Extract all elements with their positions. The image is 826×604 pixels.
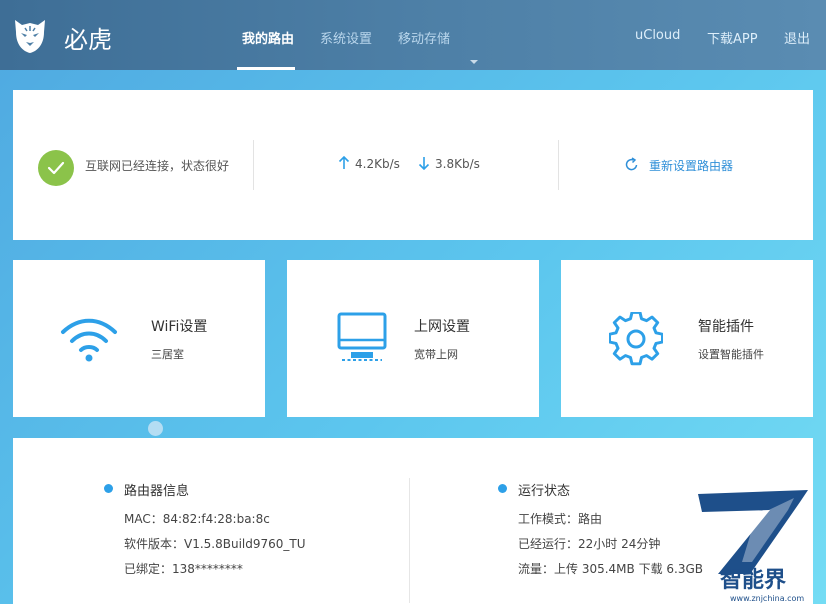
smart-plugins-subtitle: 设置智能插件 <box>698 348 764 361</box>
refresh-icon[interactable] <box>624 157 639 172</box>
smart-plugins-tile[interactable]: 智能插件 设置智能插件 <box>561 260 813 417</box>
link-logout[interactable]: 退出 <box>784 28 810 47</box>
nav-active-indicator <box>237 67 295 70</box>
brand-name: 必虎 <box>64 26 112 54</box>
mac-address: MAC：84:82:f4:28:ba:8c <box>124 512 270 526</box>
firmware-version: 软件版本：V1.5.8Build9760_TU <box>124 537 306 551</box>
upload-arrow-icon <box>338 156 350 169</box>
divider <box>409 478 410 603</box>
reset-router-link[interactable]: 重新设置路由器 <box>649 157 733 174</box>
link-download-app[interactable]: 下载APP <box>707 28 758 47</box>
wifi-icon <box>61 318 117 362</box>
download-arrow-icon <box>418 157 430 170</box>
gear-icon <box>609 312 663 366</box>
check-circle-icon <box>38 150 74 186</box>
bound-account: 已绑定：138******** <box>124 562 243 576</box>
internet-settings-subtitle: 宽带上网 <box>414 348 458 361</box>
internet-settings-title: 上网设置 <box>414 319 470 335</box>
wifi-settings-subtitle: 三居室 <box>151 348 184 361</box>
traffic: 流量：上传 305.4MB 下载 6.3GB <box>518 562 703 576</box>
tiger-logo-icon[interactable] <box>12 16 48 54</box>
divider <box>253 140 254 190</box>
uptime: 已经运行：22小时 24分钟 <box>518 537 661 551</box>
router-info-title: 路由器信息 <box>124 484 190 499</box>
bullet-icon <box>498 484 507 493</box>
nav-mobile-storage[interactable]: 移动存储 <box>398 28 450 47</box>
wifi-settings-title: WiFi设置 <box>151 319 208 335</box>
nav-system-settings[interactable]: 系统设置 <box>320 28 372 47</box>
caret-down-icon[interactable] <box>470 60 478 64</box>
download-speed: 3.8Kb/s <box>435 157 480 171</box>
watermark-url: www.znjchina.com <box>730 594 805 603</box>
bullet-icon <box>104 484 113 493</box>
connection-status-text: 互联网已经连接，状态很好 <box>85 159 230 173</box>
internet-settings-tile[interactable]: 上网设置 宽带上网 <box>287 260 539 417</box>
nav-my-router[interactable]: 我的路由 <box>242 28 294 47</box>
upload-speed: 4.2Kb/s <box>355 157 400 171</box>
monitor-icon <box>337 312 387 361</box>
scroll-handle[interactable] <box>148 421 163 436</box>
connection-status-card: 互联网已经连接，状态很好 4.2Kb/s 3.8Kb/s 重新设置路由器 <box>13 90 813 240</box>
smart-plugins-title: 智能插件 <box>698 319 754 335</box>
top-bar: 必虎 我的路由 系统设置 移动存储 uCloud 下载APP 退出 <box>0 0 826 70</box>
watermark-text: 智能界 <box>720 568 787 593</box>
work-mode: 工作模式：路由 <box>518 512 603 526</box>
run-status-title: 运行状态 <box>518 484 571 499</box>
link-ucloud[interactable]: uCloud <box>635 28 680 43</box>
wifi-settings-tile[interactable]: WiFi设置 三居室 <box>13 260 265 417</box>
divider <box>558 140 559 190</box>
